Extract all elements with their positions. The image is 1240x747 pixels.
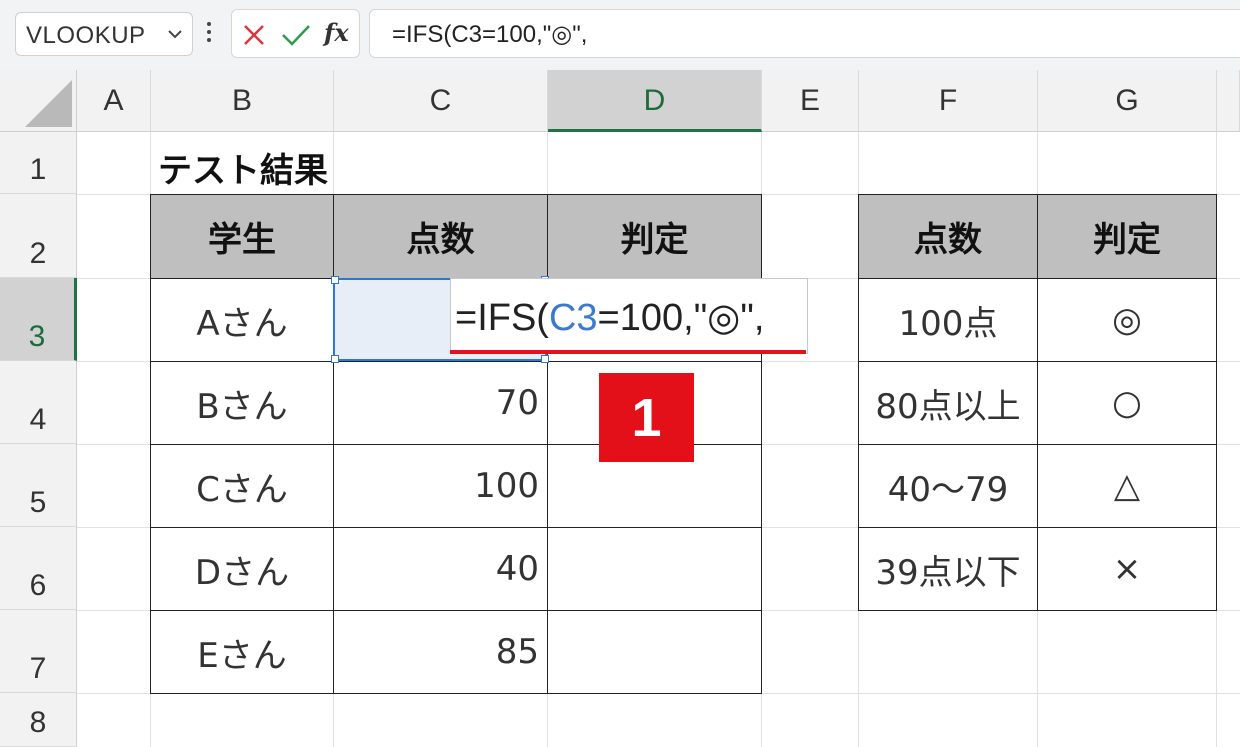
name-box[interactable]: VLOOKUP xyxy=(15,12,193,56)
chevron-down-icon[interactable] xyxy=(166,25,184,43)
col-header-g[interactable]: G xyxy=(1038,70,1217,132)
in-cell-editor[interactable]: =IFS(C3=100,"◎", xyxy=(450,278,808,354)
formula-actions: fx xyxy=(231,9,360,58)
in-cell-formula: =IFS(C3=100,"◎", xyxy=(455,295,764,340)
ref-header-grade[interactable]: 判定 xyxy=(1037,194,1217,279)
more-options-icon[interactable] xyxy=(206,22,212,46)
sheet-title[interactable]: テスト結果 xyxy=(158,140,328,202)
ref-cell-grade[interactable]: ◎ xyxy=(1037,278,1217,362)
step-number-badge: 1 xyxy=(599,373,694,462)
table-cell-student[interactable]: Eさん xyxy=(150,610,334,694)
insert-function-icon[interactable]: fx xyxy=(324,18,356,50)
col-header-h[interactable] xyxy=(1217,70,1240,132)
range-handle[interactable] xyxy=(541,355,549,363)
worksheet: A B C D E F G 1 2 3 4 5 6 7 8 テスト結果 学生 点… xyxy=(0,70,1240,747)
cancel-icon[interactable] xyxy=(240,21,268,49)
formula-text: =IFS(C3=100,"◎", xyxy=(392,21,588,48)
table-header-student[interactable]: 学生 xyxy=(150,194,334,279)
col-header-c[interactable]: C xyxy=(334,70,548,132)
ref-cell-score[interactable]: 39点以下 xyxy=(858,527,1038,611)
ref-cell-grade[interactable]: △ xyxy=(1037,444,1217,528)
ref-cell-grade[interactable]: × xyxy=(1037,527,1217,611)
table-cell-score[interactable]: 40 xyxy=(333,527,548,611)
table-cell-student[interactable]: Cさん xyxy=(150,444,334,528)
row-header-3[interactable]: 3 xyxy=(0,278,77,361)
row-header-1[interactable]: 1 xyxy=(0,132,77,194)
table-cell-grade[interactable] xyxy=(547,610,762,694)
enter-check-icon[interactable] xyxy=(280,21,312,49)
table-cell-score[interactable]: 70 xyxy=(333,361,548,445)
col-header-b[interactable]: B xyxy=(151,70,334,132)
col-header-d[interactable]: D xyxy=(548,70,762,132)
name-box-value: VLOOKUP xyxy=(26,22,146,49)
table-cell-student[interactable]: Bさん xyxy=(150,361,334,445)
select-all-triangle-icon xyxy=(25,80,72,127)
col-header-e[interactable]: E xyxy=(762,70,859,132)
row-header-8[interactable]: 8 xyxy=(0,693,77,747)
ref-cell-score[interactable]: 100点 xyxy=(858,278,1038,362)
formula-bar: VLOOKUP fx =IFS(C3=100,"◎", xyxy=(0,0,1240,70)
row-header-6[interactable]: 6 xyxy=(0,527,77,610)
col-header-f[interactable]: F xyxy=(859,70,1038,132)
formula-suffix: =100,"◎", xyxy=(597,297,765,339)
formula-input[interactable]: =IFS(C3=100,"◎", xyxy=(369,9,1240,58)
formula-cell-reference: C3 xyxy=(548,297,598,339)
row-header-5[interactable]: 5 xyxy=(0,444,77,527)
row-header-4[interactable]: 4 xyxy=(0,361,77,444)
range-handle[interactable] xyxy=(331,276,339,284)
col-header-a[interactable]: A xyxy=(77,70,151,132)
table-cell-score[interactable]: 100 xyxy=(333,444,548,528)
row-header-7[interactable]: 7 xyxy=(0,610,77,693)
table-header-score[interactable]: 点数 xyxy=(333,194,548,279)
table-cell-score[interactable]: 85 xyxy=(333,610,548,694)
ref-cell-score[interactable]: 40〜79 xyxy=(858,444,1038,528)
select-all-corner[interactable] xyxy=(0,70,77,132)
row-header-2[interactable]: 2 xyxy=(0,194,77,278)
table-cell-student[interactable]: Dさん xyxy=(150,527,334,611)
table-header-grade[interactable]: 判定 xyxy=(547,194,762,279)
ref-cell-grade[interactable]: ○ xyxy=(1037,361,1217,445)
ref-header-score[interactable]: 点数 xyxy=(858,194,1038,279)
formula-prefix: =IFS( xyxy=(455,297,549,339)
range-handle[interactable] xyxy=(331,355,339,363)
table-cell-student[interactable]: Aさん xyxy=(150,278,334,362)
highlight-underline xyxy=(450,350,806,354)
table-cell-grade[interactable] xyxy=(547,527,762,611)
ref-cell-score[interactable]: 80点以上 xyxy=(858,361,1038,445)
